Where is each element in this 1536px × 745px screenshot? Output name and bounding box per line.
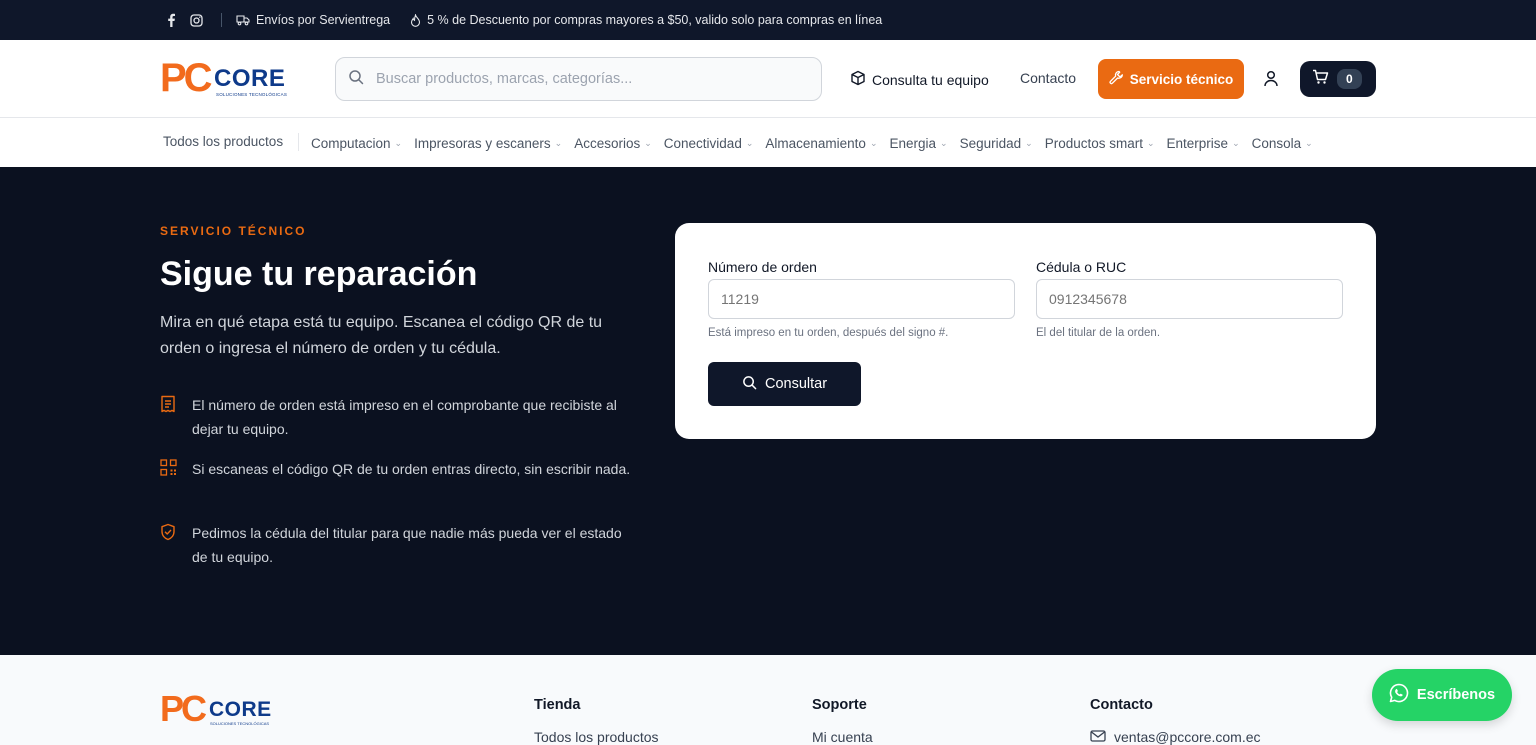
tip-order-number: El número de orden está impreso en el co…	[160, 393, 640, 441]
page-title: Sigue tu reparación	[160, 255, 478, 293]
divider	[298, 133, 299, 151]
mail-icon	[1090, 729, 1106, 745]
qr-code-icon	[160, 457, 178, 481]
facebook-icon[interactable]	[166, 13, 176, 27]
footer-contact-column: Contacto ventas@pccore.com.ec	[1090, 697, 1261, 745]
chevron-down-icon: ⌄	[940, 138, 948, 148]
whatsapp-button[interactable]: Escríbenos	[1372, 669, 1512, 721]
repair-tracking-section: SERVICIO TÉCNICO Sigue tu reparación Mir…	[0, 167, 1536, 655]
nav-category-almacenamiento[interactable]: Almacenamiento ⌄	[765, 136, 877, 151]
cart-button[interactable]: 0	[1300, 61, 1376, 97]
search-box	[335, 57, 822, 101]
page-description: Mira en qué etapa está tu equipo. Escane…	[160, 314, 603, 357]
chevron-down-icon: ⌄	[1232, 138, 1240, 148]
tip-qr-code: Si escaneas el código QR de tu orden ent…	[160, 457, 640, 481]
chevron-down-icon: ⌄	[745, 138, 754, 148]
id-number-field: Cédula o RUC El del titular de la orden.	[1036, 259, 1343, 339]
nav-category-conectividad[interactable]: Conectividad ⌄	[664, 136, 754, 151]
order-number-label: Número de orden	[708, 259, 817, 275]
footer-email-link[interactable]: ventas@pccore.com.ec	[1090, 729, 1261, 745]
shipping-message: Envíos por Servientrega	[236, 13, 390, 27]
nav-category-accesorios[interactable]: Accesorios ⌄	[574, 136, 652, 151]
contact-link[interactable]: Contacto	[1020, 70, 1076, 86]
truck-icon	[236, 14, 250, 26]
nav-category-seguridad[interactable]: Seguridad ⌄	[960, 136, 1033, 151]
nav-category-computacion[interactable]: Computacion ⌄	[311, 136, 402, 151]
tip-id-privacy: Pedimos la cédula del titular para que n…	[160, 521, 640, 569]
shield-check-icon	[160, 521, 178, 569]
footer-store-heading: Tienda	[534, 697, 581, 713]
footer-logo[interactable]: PC CORE SOLUCIONES TECNOLÓGICAS	[160, 689, 280, 729]
id-number-label: Cédula o RUC	[1036, 259, 1127, 275]
footer-contact-heading: Contacto	[1090, 697, 1153, 713]
whatsapp-icon	[1389, 683, 1409, 707]
footer-store-column: Tienda Todos los productos	[534, 697, 659, 745]
service-button[interactable]: Servicio técnico	[1098, 59, 1244, 99]
nav-all-products[interactable]: Todos los productos	[163, 134, 283, 149]
nav-category-smart[interactable]: Productos smart ⌄	[1045, 136, 1155, 151]
section-eyebrow: SERVICIO TÉCNICO	[160, 224, 307, 238]
footer-link-all-products[interactable]: Todos los productos	[534, 729, 659, 745]
instagram-icon[interactable]	[190, 13, 203, 27]
chevron-down-icon: ⌄	[1025, 138, 1033, 148]
order-number-field: Número de orden Está impreso en tu orden…	[708, 259, 1015, 339]
id-number-input[interactable]	[1036, 279, 1343, 319]
site-footer: PC CORE SOLUCIONES TECNOLÓGICAS Tienda T…	[0, 655, 1536, 745]
chevron-down-icon: ⌄	[394, 138, 403, 148]
receipt-icon	[160, 393, 178, 441]
wrench-icon	[1109, 70, 1124, 88]
divider	[221, 13, 222, 27]
nav-category-impresoras[interactable]: Impresoras y escaners ⌄	[414, 136, 562, 151]
footer-support-column: Soporte Mi cuenta	[812, 697, 873, 745]
cart-count-badge: 0	[1337, 69, 1362, 89]
search-input[interactable]	[376, 71, 796, 87]
category-nav: Todos los productos Computacion ⌄ Impreso…	[0, 118, 1536, 167]
social-links	[166, 13, 203, 27]
nav-category-enterprise[interactable]: Enterprise ⌄	[1167, 136, 1240, 151]
user-icon[interactable]	[1263, 70, 1279, 92]
order-number-help: Está impreso en tu orden, después del si…	[708, 327, 949, 339]
flame-icon	[410, 13, 421, 27]
chevron-down-icon: ⌄	[1305, 138, 1313, 148]
nav-category-energia[interactable]: Energia ⌄	[889, 136, 947, 151]
order-lookup-form: Número de orden Está impreso en tu orden…	[675, 223, 1376, 439]
site-logo[interactable]: PC CORE SOLUCIONES TECNOLÓGICAS	[160, 56, 290, 100]
chevron-down-icon: ⌄	[554, 138, 563, 148]
chevron-down-icon: ⌄	[1146, 138, 1155, 148]
search-icon	[348, 69, 364, 90]
footer-support-heading: Soporte	[812, 697, 867, 713]
consult-button[interactable]: Consultar	[708, 362, 861, 406]
chevron-down-icon: ⌄	[644, 138, 652, 148]
site-header: PC CORE SOLUCIONES TECNOLÓGICAS Consulta…	[0, 40, 1536, 118]
footer-link-my-account[interactable]: Mi cuenta	[812, 729, 873, 745]
chevron-down-icon: ⌄	[869, 138, 878, 148]
order-number-input[interactable]	[708, 279, 1015, 319]
box-icon	[850, 70, 866, 89]
check-equipment-link[interactable]: Consulta tu equipo	[850, 70, 989, 89]
cart-icon	[1312, 69, 1329, 90]
id-number-help: El del titular de la orden.	[1036, 327, 1161, 339]
nav-category-consola[interactable]: Consola ⌄	[1252, 136, 1313, 151]
search-icon	[742, 375, 757, 394]
discount-message: 5 % de Descuento por compras mayores a $…	[410, 13, 882, 27]
announcement-bar: Envíos por Servientrega 5 % de Descuento…	[0, 0, 1536, 40]
category-list: Computacion ⌄ Impresoras y escaners ⌄ Acce…	[311, 136, 1313, 151]
